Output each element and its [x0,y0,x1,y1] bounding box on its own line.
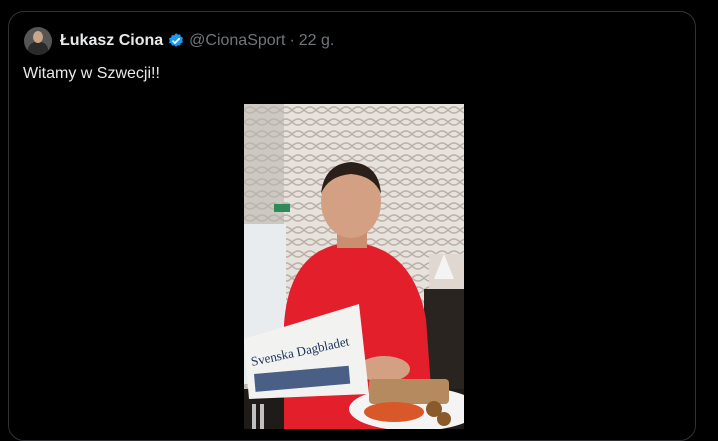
separator-dot: · [289,32,295,49]
tweet-media[interactable]: Svenska Dagbladet [244,104,464,429]
verified-badge-icon [169,33,184,47]
tweet-text: Witamy w Szwecji!! [23,65,160,82]
timestamp[interactable]: 22 g. [299,32,335,50]
author-handle[interactable]: @CionaSport [189,32,285,50]
video-frame: Svenska Dagbladet [244,104,464,429]
avatar[interactable] [24,27,52,55]
tweet-header: Łukasz Ciona @CionaSport · 22 g. [60,30,334,52]
author-name[interactable]: Łukasz Ciona [60,32,163,50]
